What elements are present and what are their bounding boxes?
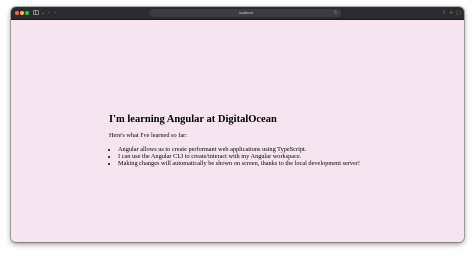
maximize-window-button[interactable] [25, 11, 29, 15]
browser-toolbar: ⌄ ‹ › ◯ localhost ↻ ⇧ + ▢ [11, 7, 464, 20]
page-content: I'm learning Angular at DigitalOcean Her… [11, 20, 464, 242]
tab-overview-icon[interactable]: ▢ [456, 10, 461, 16]
reload-icon[interactable]: ↻ [334, 10, 338, 16]
page-heading: I'm learning Angular at DigitalOcean [109, 114, 277, 125]
new-tab-icon[interactable]: + [449, 10, 453, 16]
address-bar[interactable]: localhost ↻ [151, 9, 341, 17]
intro-text: Here's what I've learned so far: [109, 132, 187, 139]
minimize-window-button[interactable] [20, 11, 24, 15]
forward-button[interactable]: › [54, 10, 56, 16]
list-item: Angular allows us to create performant w… [118, 146, 449, 153]
page-body: I'm learning Angular at DigitalOcean Her… [109, 113, 449, 167]
close-window-button[interactable] [15, 11, 19, 15]
sidebar-toggle-icon[interactable] [33, 10, 39, 15]
back-button[interactable]: ‹ [48, 10, 50, 16]
list-item: Making changes will automatically be sho… [118, 160, 449, 167]
list-item: I can use the Angular CLI to create/inte… [118, 153, 449, 160]
address-text: localhost [239, 11, 253, 15]
browser-window: ⌄ ‹ › ◯ localhost ↻ ⇧ + ▢ I'm learning A… [11, 7, 464, 242]
share-icon[interactable]: ⇧ [442, 10, 446, 16]
sidebar-menu-chevron-icon[interactable]: ⌄ [41, 10, 45, 16]
learned-list: Angular allows us to create performant w… [109, 146, 449, 167]
